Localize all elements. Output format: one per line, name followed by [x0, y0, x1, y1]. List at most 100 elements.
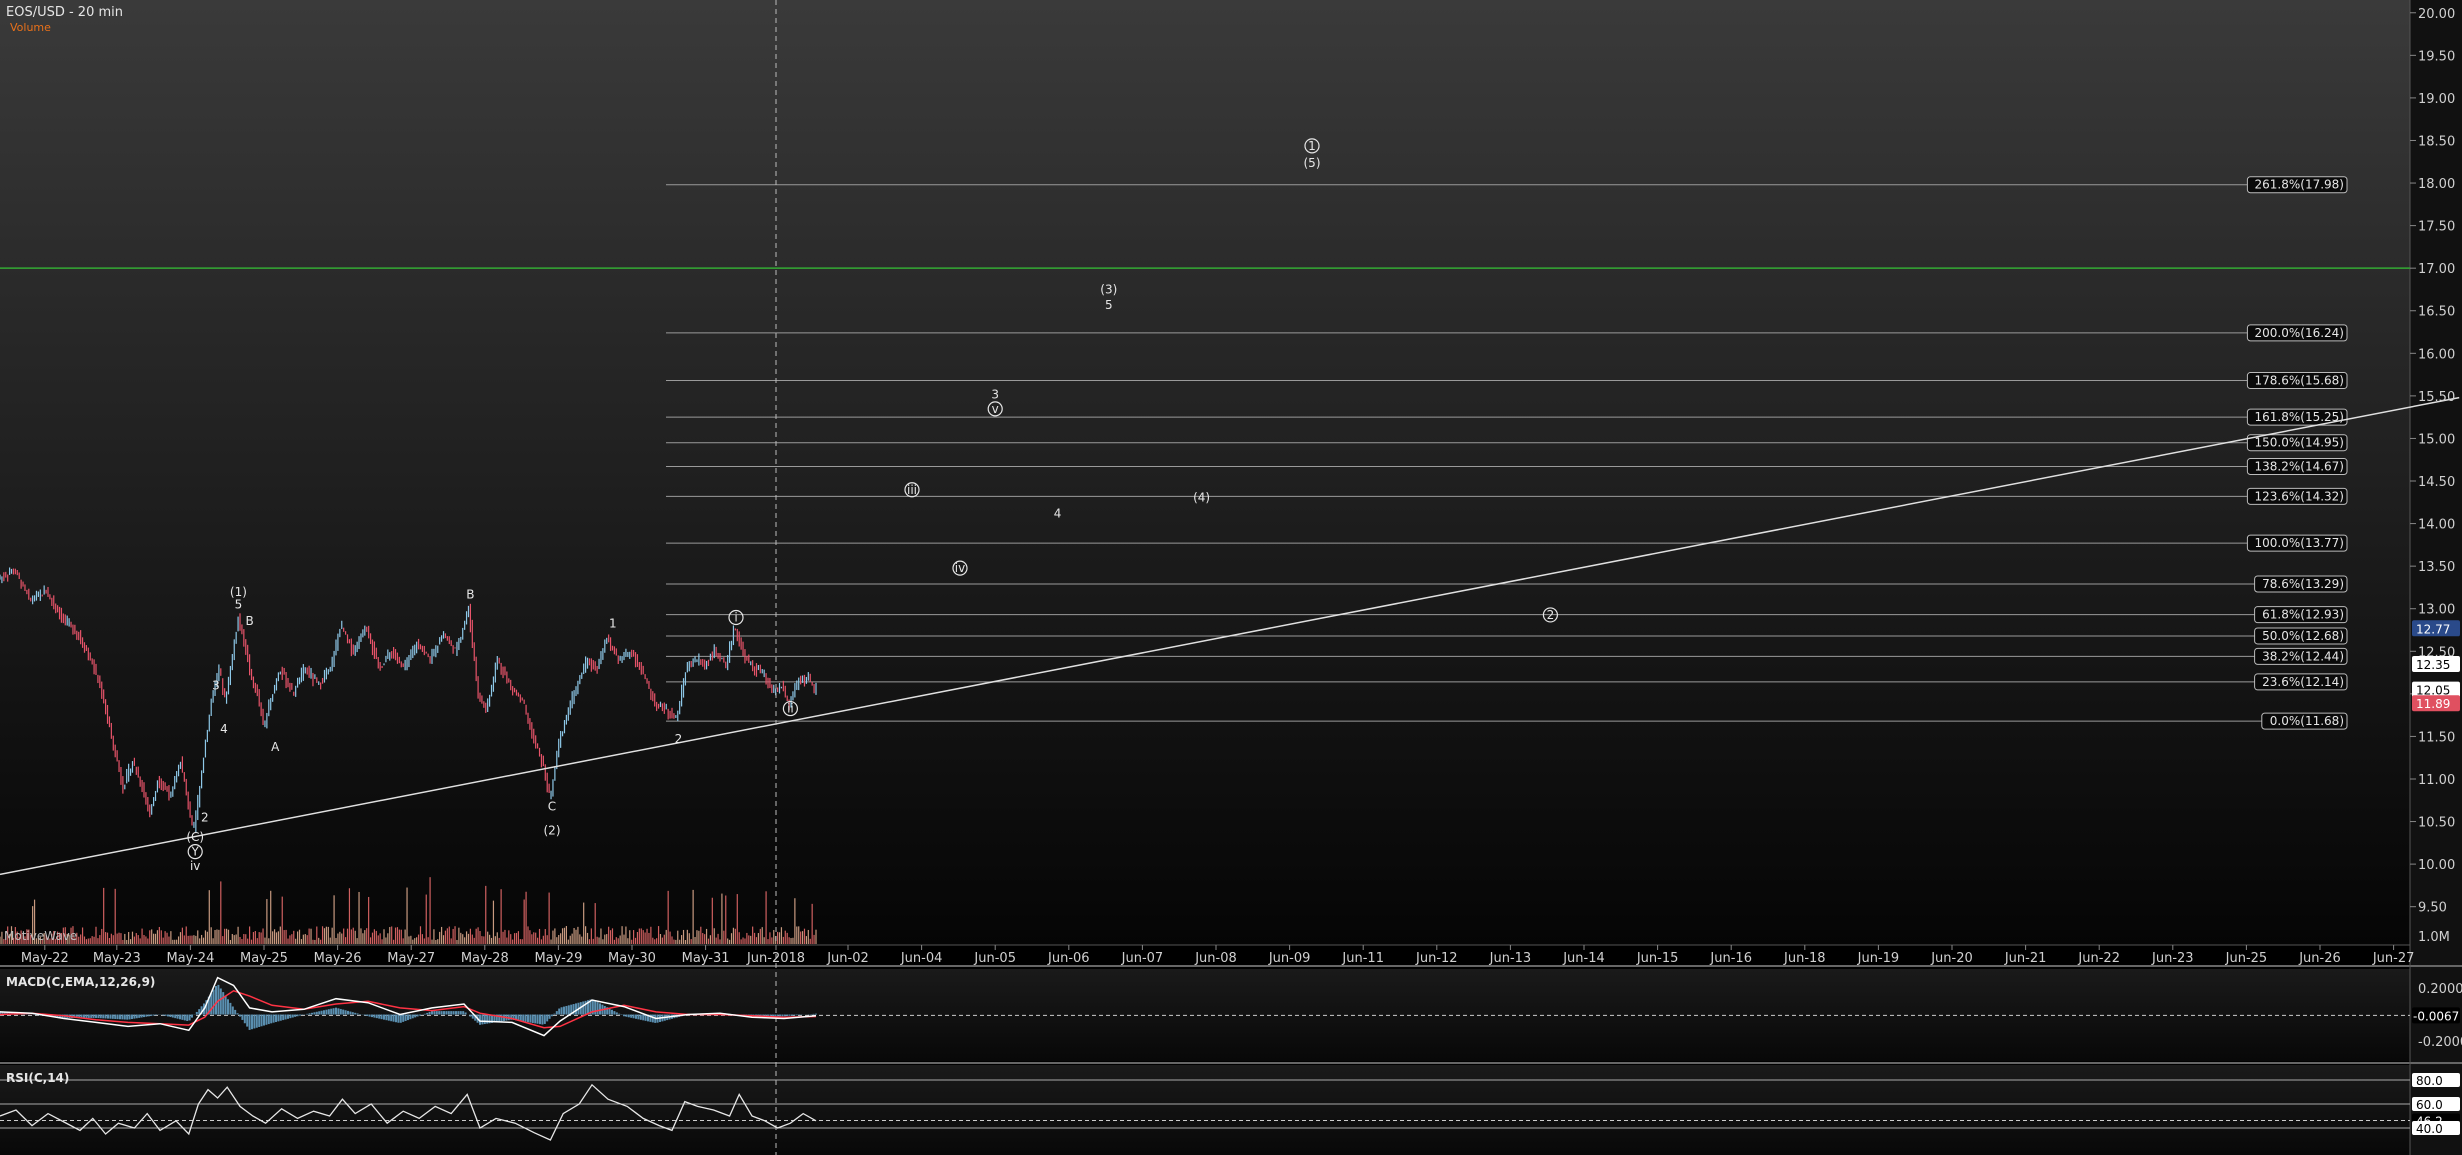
wave-label: 3 [212, 679, 220, 693]
wave-label: ii [787, 702, 794, 716]
price-badge-label: 11.89 [2416, 697, 2450, 711]
macd-label: MACD(C,EMA,12,26,9) [6, 975, 155, 989]
wave-label: 4 [1054, 507, 1062, 521]
wave-label: Y [191, 845, 200, 859]
fib-level-label: 138.2%(14.67) [2255, 460, 2344, 474]
time-tick-label: Jun-12 [1415, 951, 1458, 966]
time-tick-label: Jun-04 [900, 951, 943, 966]
fib-level-label: 38.2%(12.44) [2262, 649, 2344, 663]
time-axis[interactable]: May-22 May-23 May-24 May-25 May-26 May-27 May-… [21, 945, 2415, 966]
time-tick-label: Jun-20 [1930, 951, 1973, 966]
price-tick-label: 15.00 [2418, 432, 2455, 447]
wave-label: (5) [1304, 156, 1321, 170]
time-tick-label: May-25 [240, 951, 288, 966]
time-tick-label: May-28 [461, 951, 509, 966]
fib-level-label: 178.6%(15.68) [2255, 374, 2344, 388]
price-tick-label: 11.00 [2418, 773, 2455, 788]
price-tick-label: 15.50 [2418, 390, 2455, 405]
fib-level-label: 0.0%(11.68) [2270, 714, 2344, 728]
wave-label: (2) [544, 823, 561, 837]
price-tick-label: 17.50 [2418, 220, 2455, 235]
time-tick-label: May-26 [314, 951, 362, 966]
wave-label: i [734, 610, 737, 624]
price-tick-label: 18.50 [2418, 134, 2455, 149]
rsi-level-label: 60.0 [2416, 1098, 2443, 1112]
time-tick-label: Jun-25 [2225, 951, 2268, 966]
main-panel-bg [0, 0, 2410, 945]
wave-label: 2 [675, 732, 683, 746]
wave-label: iii [907, 483, 917, 497]
time-tick-label: Jun-11 [1341, 951, 1384, 966]
wave-label: iv [190, 859, 200, 873]
macd-tick-label: -0.2000 [2418, 1035, 2462, 1050]
chart-screen: 261.8%(17.98) 200.0%(16.24) 178.6%(15.68) 1… [0, 0, 2462, 1155]
time-tick-label: Jun-26 [2298, 951, 2341, 966]
time-tick-label: Jun-22 [2077, 951, 2120, 966]
eos-usd-chart[interactable]: 261.8%(17.98) 200.0%(16.24) 178.6%(15.68) 1… [0, 0, 2462, 1155]
price-tick-label: 18.00 [2418, 177, 2455, 192]
time-tick-label: Jun-08 [1194, 951, 1237, 966]
price-tick-label: 19.50 [2418, 49, 2455, 64]
time-tick-label: May-30 [608, 951, 656, 966]
wave-label: C [548, 799, 556, 813]
price-tick-label: 14.50 [2418, 475, 2455, 490]
fib-level-label: 261.8%(17.98) [2255, 178, 2344, 192]
fib-level-label: 150.0%(14.95) [2255, 436, 2344, 450]
time-tick-label: Jun-09 [1268, 951, 1311, 966]
time-tick-label: May-27 [387, 951, 435, 966]
time-tick-label: Jun-14 [1562, 951, 1605, 966]
time-tick-label: Jun-23 [2151, 951, 2194, 966]
price-tick-label: 9.50 [2418, 901, 2447, 916]
wave-label: 2 [201, 811, 209, 825]
wave-label: 5 [235, 598, 243, 612]
time-tick-label: May-22 [21, 951, 69, 966]
rsi-level-label: 40.0 [2416, 1122, 2443, 1136]
price-tick-label: 10.50 [2418, 816, 2455, 831]
chart-title: EOS/USD - 20 min [6, 5, 123, 20]
wave-label: iv [955, 561, 965, 575]
wave-label: (3) [1100, 283, 1117, 297]
time-tick-label: Jun-15 [1636, 951, 1679, 966]
fib-level-label: 23.6%(12.14) [2262, 675, 2344, 689]
price-tick-label: 13.50 [2418, 560, 2455, 575]
price-badge-label: 12.77 [2416, 622, 2450, 636]
time-tick-label: May-24 [166, 951, 214, 966]
motivewave-watermark: MotiveWave [4, 929, 77, 943]
fib-level-label: 100.0%(13.77) [2255, 536, 2344, 550]
fib-level-label: 78.6%(13.29) [2262, 577, 2344, 591]
time-tick-label: May-23 [93, 951, 141, 966]
fib-level-label: 61.8%(12.93) [2262, 608, 2344, 622]
price-tick-label: 11.50 [2418, 730, 2455, 745]
wave-label: (4) [1193, 490, 1210, 504]
time-tick-label: Jun-13 [1489, 951, 1532, 966]
wave-label: 5 [1105, 298, 1113, 312]
time-tick-label: May-29 [534, 951, 582, 966]
time-tick-label: May-31 [682, 951, 730, 966]
wave-label: v [992, 402, 999, 416]
time-tick-label: Jun-05 [973, 951, 1016, 966]
price-tick-label: 13.00 [2418, 603, 2455, 618]
volume-indicator-label: Volume [10, 21, 51, 34]
wave-label: A [271, 740, 280, 754]
wave-label: 1 [1308, 139, 1316, 153]
time-tick-label: Jun-27 [2372, 951, 2415, 966]
price-tick-label: 17.00 [2418, 262, 2455, 277]
wave-label: 3 [991, 387, 999, 401]
wave-label: 2 [1547, 608, 1555, 622]
price-tick-label: 16.50 [2418, 305, 2455, 320]
time-tick-label: Jun-06 [1047, 951, 1090, 966]
price-tick-label: 16.00 [2418, 347, 2455, 362]
time-tick-label: Jun-2018 [746, 951, 805, 966]
macd-current-label: -0.0067 [2413, 1009, 2459, 1023]
wave-label: B [245, 614, 253, 628]
time-tick-label: Jun-02 [826, 951, 869, 966]
macd-tick-label: 0.2000 [2418, 982, 2462, 997]
volume-scale-label: 1.0M [2418, 930, 2450, 945]
fib-level-label: 50.0%(12.68) [2262, 629, 2344, 643]
time-tick-label: Jun-07 [1121, 951, 1164, 966]
price-tick-label: 19.00 [2418, 92, 2455, 107]
time-tick-label: Jun-16 [1709, 951, 1752, 966]
fib-level-label: 123.6%(14.32) [2255, 489, 2344, 503]
wave-label: 4 [220, 722, 228, 736]
time-tick-label: Jun-19 [1857, 951, 1900, 966]
